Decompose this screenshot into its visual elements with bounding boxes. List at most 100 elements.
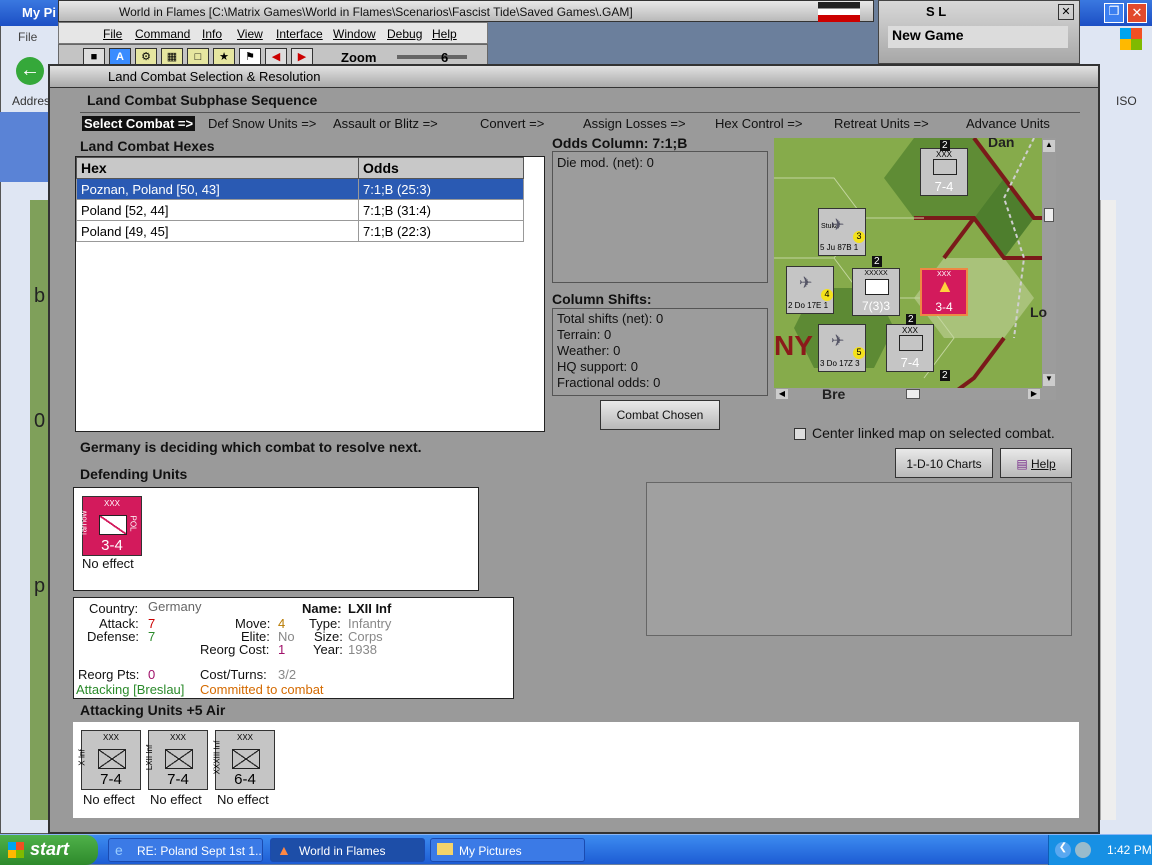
menu-command[interactable]: Command <box>135 27 190 41</box>
start-button[interactable]: start <box>0 835 98 865</box>
help-button[interactable]: ▤ Help <box>1000 448 1072 478</box>
table-row[interactable]: Poland [49, 45] 7:1;B (22:3) <box>76 220 524 242</box>
unit-name: Tarnow <box>79 510 89 537</box>
bg-file-menu[interactable]: File <box>18 30 37 44</box>
unit-nation: POL <box>128 515 138 532</box>
task-label: RE: Poland Sept 1st 1... <box>137 844 263 858</box>
center-linked-checkbox[interactable] <box>794 428 806 440</box>
cost-turns-label: Cost/Turns: <box>200 667 267 682</box>
name-value: LXII Inf <box>348 601 392 616</box>
reorg-cost-value: 1 <box>278 642 286 657</box>
main-window-title: World in Flames [C:\Matrix Games\World i… <box>119 5 633 19</box>
unit-value: 7-4 <box>900 355 920 370</box>
fire-icon: ▲ <box>936 276 954 296</box>
infantry-symbol-icon <box>98 749 126 769</box>
seq-convert: Convert => <box>480 116 545 131</box>
menu-view[interactable]: View <box>237 27 263 41</box>
map-scroll-up-icon[interactable]: ▲ <box>1043 140 1055 152</box>
zoom-slider[interactable] <box>397 55 467 59</box>
map-vscroll-thumb[interactable] <box>1044 208 1054 222</box>
reorg-pts-label: Reorg Pts: <box>78 667 140 682</box>
windows-logo-icon <box>1120 28 1142 50</box>
menu-file[interactable]: File <box>103 27 122 41</box>
map-air-counter[interactable]: ✈ 4 2 Do 17E 1 <box>786 266 834 314</box>
cavalry-symbol-icon <box>99 515 127 535</box>
shift-terrain: Terrain: 0 <box>557 327 612 342</box>
back-arrow-icon[interactable]: ← <box>16 57 44 85</box>
dialog-title: Land Combat Selection & Resolution <box>108 69 321 84</box>
seq-assault-blitz: Assault or Blitz => <box>333 116 438 131</box>
map-label-dan: Dan <box>988 138 1015 150</box>
bg-scrollbar[interactable] <box>1100 200 1116 820</box>
stack-count: 2 <box>872 256 882 267</box>
dialog-titlebar: Land Combat Selection & Resolution <box>50 66 1098 88</box>
unit-name: XXXIII Inf <box>212 740 222 775</box>
unit-name: X Inf <box>77 749 87 766</box>
map-unit-counter[interactable]: XXX 7-4 <box>920 148 968 196</box>
map-hscroll-thumb[interactable] <box>906 389 920 399</box>
attacking-panel: XXX X Inf 7-4 No effect XXX LXII Inf 7-4… <box>73 722 1079 818</box>
menu-window[interactable]: Window <box>333 27 376 41</box>
map-unit-counter[interactable]: XXX 7-4 <box>886 324 934 372</box>
attacker-counter[interactable]: XXX X Inf 7-4 <box>77 730 141 790</box>
bg-letter: p <box>34 575 46 597</box>
attacker-counter[interactable]: XXX XXXIII Inf 6-4 <box>212 730 275 790</box>
main-window-titlebar: World in Flames [C:\Matrix Games\World i… <box>58 0 874 22</box>
hexes-table: Hex Odds Poznan, Poland [50, 43] 7:1;B (… <box>76 157 524 242</box>
map-scroll-left-icon[interactable]: ◀ <box>776 389 788 399</box>
menu-interface[interactable]: Interface <box>276 27 323 41</box>
map-air-counter[interactable]: Stuka ✈ 3 5 Ju 87B 1 <box>818 208 866 256</box>
sl-close-icon[interactable]: ✕ <box>1058 4 1074 20</box>
network-icon[interactable] <box>1075 842 1091 858</box>
air-badge: 4 <box>821 289 833 301</box>
shift-fractional: Fractional odds: 0 <box>557 375 661 390</box>
unit-size: XXX <box>901 326 918 335</box>
task-email[interactable]: e RE: Poland Sept 1st 1... <box>108 838 263 862</box>
folder-icon <box>437 843 453 855</box>
table-row[interactable]: Poznan, Poland [50, 43] 7:1;B (25:3) <box>76 178 524 200</box>
table-row[interactable]: Poland [52, 44] 7:1;B (31:4) <box>76 199 524 221</box>
unit-size: XXX <box>236 733 253 742</box>
close-button[interactable]: ✕ <box>1127 3 1147 23</box>
menu-info[interactable]: Info <box>202 27 222 41</box>
sl-new-game[interactable]: New Game <box>888 26 1068 48</box>
combat-map[interactable]: Dan NY Lo Bre XXX 7-4 Stuka ✈ 3 5 Ju 87B 1 ✈… <box>774 138 1056 400</box>
unit-size: XXX <box>169 733 186 742</box>
defender-effect: No effect <box>82 556 134 571</box>
map-hq-counter[interactable]: XXXXX 7(3)3 <box>852 268 900 316</box>
restore-button[interactable]: ❒ <box>1104 3 1124 23</box>
map-scroll-down-icon[interactable]: ▼ <box>1043 374 1055 386</box>
cell-odds: 7:1;B (22:3) <box>358 220 524 242</box>
results-panel <box>646 482 1072 636</box>
clock[interactable]: 1:42 PM <box>1107 843 1152 857</box>
tray-arrow-icon[interactable]: ❮ <box>1055 842 1071 858</box>
menu-help[interactable]: Help <box>432 27 457 41</box>
bg-address-label: Addres <box>12 94 51 108</box>
map-defender-counter[interactable]: XXX ▲ 3-4 <box>920 268 968 316</box>
column-shifts-box: Total shifts (net): 0 Terrain: 0 Weather… <box>552 308 768 396</box>
map-scroll-right-icon[interactable]: ▶ <box>1028 389 1040 399</box>
task-world-in-flames[interactable]: ▲ World in Flames <box>270 838 425 862</box>
cost-turns-value: 3/2 <box>278 667 297 682</box>
charts-button[interactable]: 1-D-10 Charts <box>895 448 993 478</box>
defender-counter[interactable]: XXX Tarnow POL 3-4 <box>79 496 142 556</box>
name-label: Name: <box>302 601 342 616</box>
center-linked-label: Center linked map on selected combat. <box>812 425 1055 441</box>
infantry-symbol-icon <box>899 335 923 351</box>
land-combat-dialog: Land Combat Selection & Resolution Land … <box>48 64 1100 834</box>
die-mod: Die mod. (net): 0 <box>557 155 654 170</box>
unit-value: 6-4 <box>234 771 256 788</box>
defending-panel: XXX Tarnow POL 3-4 No effect <box>73 487 479 591</box>
map-air-counter[interactable]: ✈ 5 3 Do 17Z 3 <box>818 324 866 372</box>
infantry-symbol-icon <box>933 159 957 175</box>
combat-chosen-button[interactable]: Combat Chosen <box>600 400 720 430</box>
my-pictures-titlebar: My Pi <box>0 0 60 26</box>
cell-hex: Poland [52, 44] <box>76 199 359 221</box>
col-odds[interactable]: Odds <box>358 157 524 179</box>
col-hex[interactable]: Hex <box>76 157 359 179</box>
attacker-counter[interactable]: XXX LXII Inf 7-4 <box>145 730 208 790</box>
task-my-pictures[interactable]: My Pictures <box>430 838 585 862</box>
infantry-symbol-icon <box>232 749 260 769</box>
menu-debug[interactable]: Debug <box>387 27 422 41</box>
bg-letter: b <box>34 285 46 307</box>
